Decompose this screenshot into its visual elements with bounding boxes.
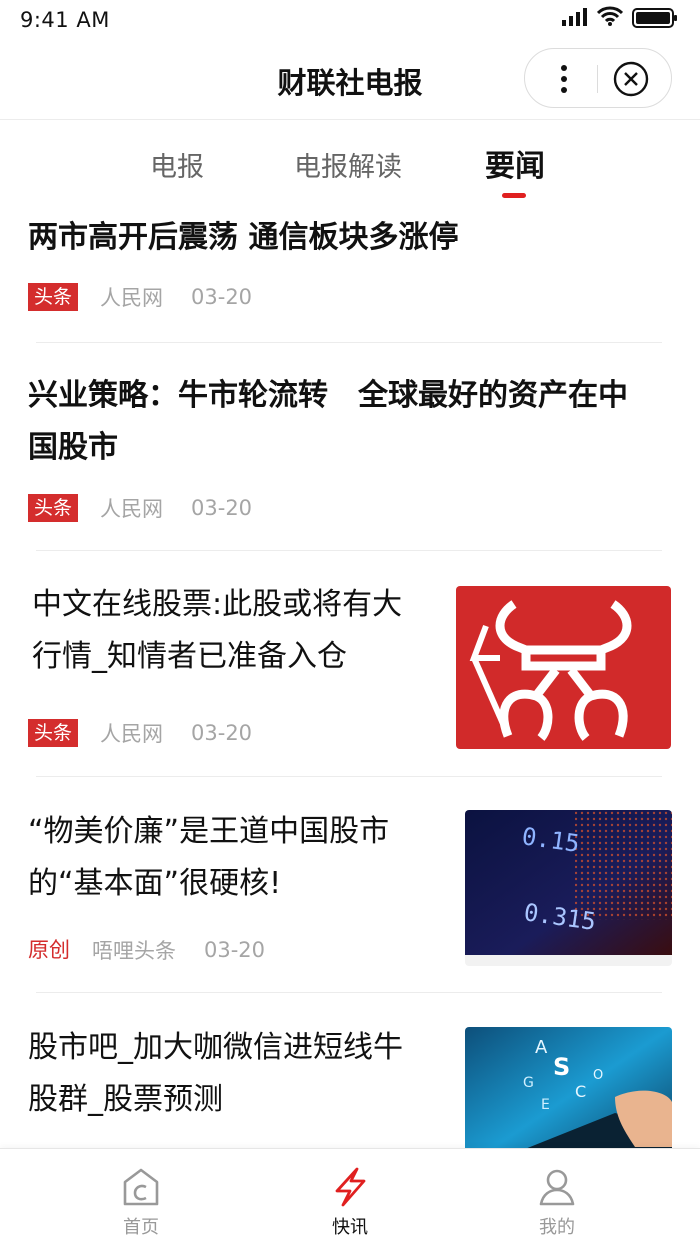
tab-bar-flash[interactable]: 快讯 [280, 1149, 420, 1244]
lightning-icon [335, 1167, 366, 1207]
headline-tag: 头条 [28, 283, 79, 311]
mini-program-capsule [524, 48, 672, 108]
nav-bar: 财联社电报 [0, 40, 700, 120]
news-meta: 头条 人民网 03-20 [28, 282, 280, 312]
tab-headlines[interactable]: 要闻 [485, 141, 545, 185]
divider [36, 342, 662, 343]
divider [36, 776, 662, 777]
tab-bar-label: 我的 [539, 1217, 575, 1238]
news-date: 03-20 [191, 496, 253, 520]
news-title: “物美价廉”是王道中国股市 的“基本面”很硬核! [28, 814, 390, 901]
status-time: 9:41 AM [20, 8, 110, 32]
tab-bar-home[interactable]: 首页 [71, 1149, 211, 1244]
capsule-divider [597, 65, 598, 93]
news-item[interactable]: 股市吧_加大咖微信进短线牛 股群_股票预测 A S G C E O [0, 994, 700, 1148]
headline-tag: 头条 [28, 494, 79, 522]
active-tab-indicator [502, 193, 526, 198]
news-item[interactable]: 中文在线股票:此股或将有大 行情_知情者已准备入仓 头条 人民网 03-20 [0, 552, 700, 778]
news-meta: 原创 唔哩头条 03-20 [28, 935, 293, 965]
news-source: 人民网 [100, 286, 164, 310]
news-source: 唔哩头条 [92, 939, 176, 963]
news-source: 人民网 [100, 497, 164, 521]
news-title: 两市高开后震荡 通信板块多涨停 [28, 220, 459, 255]
svg-text:S: S [553, 1053, 570, 1081]
news-date: 03-20 [191, 721, 253, 745]
user-icon [539, 1169, 575, 1206]
news-thumbnail-logo [456, 586, 671, 749]
news-title: 中文在线股票:此股或将有大 行情_知情者已准备入仓 [32, 587, 403, 674]
news-title: 股市吧_加大咖微信进短线牛 股群_股票预测 [28, 1030, 403, 1117]
more-icon[interactable] [549, 63, 579, 95]
original-tag: 原创 [28, 938, 70, 962]
divider [36, 550, 662, 551]
category-tabs: 电报 电报解读 要闻 [0, 135, 700, 205]
news-thumbnail-stock-board: 0.15 0.315 [465, 810, 672, 966]
news-item[interactable]: “物美价廉”是王道中国股市 的“基本面”很硬核! 原创 唔哩头条 03-20 0… [0, 778, 700, 994]
divider [36, 992, 662, 993]
svg-text:C: C [575, 1082, 586, 1101]
headline-tag: 头条 [28, 719, 79, 747]
news-item[interactable]: 两市高开后震荡 通信板块多涨停 头条 人民网 03-20 [0, 210, 700, 344]
svg-text:E: E [541, 1097, 550, 1113]
news-source: 人民网 [100, 722, 164, 746]
news-meta: 头条 人民网 03-20 [28, 493, 280, 523]
tab-bar-profile[interactable]: 我的 [487, 1149, 627, 1244]
status-bar: 9:41 AM [0, 0, 700, 40]
tab-telegram-analysis[interactable]: 电报解读 [294, 145, 402, 184]
wifi-icon [597, 6, 623, 26]
svg-text:G: G [523, 1075, 534, 1091]
bottom-tab-bar: 首页 快讯 我的 [0, 1148, 700, 1244]
news-meta: 头条 人民网 03-20 [28, 718, 280, 748]
news-thumbnail-tablet: A S G C E O [465, 1027, 672, 1148]
close-icon[interactable] [613, 61, 649, 97]
news-date: 03-20 [204, 938, 266, 962]
news-item[interactable]: 兴业策略：牛市轮流转 全球最好的资产在中 国股市 头条 人民网 03-20 [0, 344, 700, 552]
tab-telegram[interactable]: 电报 [150, 145, 204, 184]
tab-bar-label: 首页 [123, 1217, 159, 1238]
tab-bar-label: 快讯 [332, 1217, 368, 1238]
svg-text:A: A [535, 1037, 548, 1058]
signal-icon [562, 8, 587, 26]
news-date: 03-20 [191, 285, 253, 309]
battery-icon [632, 8, 677, 28]
svg-text:O: O [593, 1068, 603, 1083]
news-title: 兴业策略：牛市轮流转 全球最好的资产在中 国股市 [28, 378, 628, 465]
home-icon [123, 1168, 159, 1206]
